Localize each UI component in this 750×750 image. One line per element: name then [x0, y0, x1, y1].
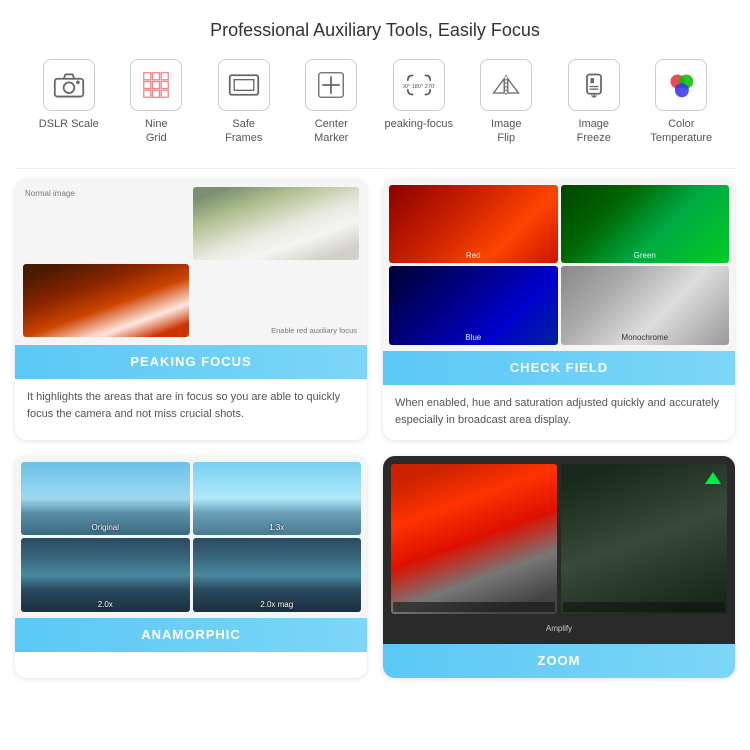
ana-original-label: Original: [91, 523, 119, 532]
peaking-focus-image-area: Normal image Enable red auxiliary focus: [15, 179, 367, 345]
peaking-normal-label-area: Normal image: [23, 187, 189, 260]
anamorphic-image-area: Original 1.3x 2.0x 2.0x mag: [15, 456, 367, 618]
anamorphic-title-bar: ANAMORPHIC: [15, 618, 367, 652]
center-marker-icon: [315, 71, 347, 99]
zoom-car-info-bar-right: [563, 602, 725, 612]
icon-item-image-freeze: ImageFreeze: [559, 59, 629, 146]
dslr-label: DSLR Scale: [39, 117, 99, 131]
check-field-image-area: Red Green Blue Monochrome: [383, 179, 735, 351]
ana-1x3-cell: 1.3x: [193, 462, 362, 536]
peaking-focus-title-bar: PEAKING FOCUS: [15, 345, 367, 379]
zoom-image-area: Amplify: [383, 456, 735, 644]
nine-grid-icon: [140, 71, 172, 99]
anamorphic-card: Original 1.3x 2.0x 2.0x mag ANAMORPHIC: [15, 456, 367, 678]
color-temperature-icon: [665, 71, 697, 99]
check-field-title: CHECK FIELD: [510, 360, 608, 375]
peaking-horse-white: [193, 187, 359, 260]
peaking-enable-label-area: Enable red auxiliary focus: [193, 264, 359, 337]
zoom-car-green-cell: [561, 464, 727, 614]
icons-row: DSLR Scale NineGrid: [15, 59, 735, 146]
zoom-images: [391, 464, 727, 614]
check-green-label: Green: [634, 251, 656, 260]
check-red-cell: Red: [389, 185, 558, 264]
center-marker-icon-box: [305, 59, 357, 111]
scan-mode-icon-box: 90° 180° 270°: [393, 59, 445, 111]
check-field-card: Red Green Blue Monochrome CHECK FIELD Wh…: [383, 179, 735, 440]
zoom-car-normal-cell: [391, 464, 557, 614]
horse-red-img: [23, 264, 189, 337]
peaking-focus-title: PEAKING FOCUS: [130, 354, 251, 369]
ana-2x-label: 2.0x: [98, 600, 113, 609]
color-temp-label: ColorTemperature: [650, 117, 712, 146]
icon-item-safe-frames: SafeFrames: [209, 59, 279, 146]
ana-2x-mag-cell: 2.0x mag: [193, 538, 362, 612]
ana-1x3-label: 1.3x: [269, 523, 284, 532]
center-marker-label: CenterMarker: [314, 117, 348, 146]
check-green-cell: Green: [561, 185, 730, 264]
check-red-label: Red: [466, 251, 481, 260]
zoom-green-arrow: [705, 472, 721, 484]
icon-item-color-temp: ColorTemperature: [646, 59, 716, 146]
image-freeze-icon-box: [568, 59, 620, 111]
zoom-title-bar: ZOOM: [383, 644, 735, 678]
image-freeze-icon: [578, 71, 610, 99]
nine-grid-icon-box: [130, 59, 182, 111]
icon-item-nine-grid: NineGrid: [121, 59, 191, 146]
zoom-card: Amplify ZOOM: [383, 456, 735, 678]
dslr-icon-box: [43, 59, 95, 111]
ana-2x-cell: 2.0x: [21, 538, 190, 612]
page-title: Professional Auxiliary Tools, Easily Foc…: [15, 20, 735, 41]
color-temp-icon-box: [655, 59, 707, 111]
peaking-images: Normal image Enable red auxiliary focus: [23, 187, 359, 337]
icon-item-dslr: DSLR Scale: [34, 59, 104, 131]
safe-frames-label: SafeFrames: [225, 117, 262, 146]
zoom-car-info-bar-left: [393, 602, 555, 612]
check-blue-label: Blue: [465, 333, 481, 342]
features-grid: Normal image Enable red auxiliary focus: [15, 179, 735, 678]
zoom-amplify-label: Amplify: [546, 624, 572, 633]
check-mono-label: Monochrome: [621, 333, 668, 342]
image-flip-icon: [490, 71, 522, 99]
horse-white-img: [193, 187, 359, 260]
check-blue-cell: Blue: [389, 266, 558, 345]
ana-2x-mag-label: 2.0x mag: [260, 600, 293, 609]
ana-original-cell: Original: [21, 462, 190, 536]
peaking-focus-desc: It highlights the areas that are in focu…: [15, 379, 367, 434]
page-container: Professional Auxiliary Tools, Easily Foc…: [0, 0, 750, 708]
icon-item-image-flip: ImageFlip: [471, 59, 541, 146]
zoom-title: ZOOM: [538, 653, 581, 668]
peaking-enable-label: Enable red auxiliary focus: [269, 324, 359, 337]
image-freeze-label: ImageFreeze: [577, 117, 611, 146]
check-mono-cell: Monochrome: [561, 266, 730, 345]
anamorphic-title: ANAMORPHIC: [141, 627, 241, 642]
divider: [15, 168, 735, 169]
peaking-normal-label: Normal image: [25, 189, 75, 198]
image-flip-label: ImageFlip: [491, 117, 522, 146]
icon-item-scan-mode: 90° 180° 270° peaking-focus: [384, 59, 454, 131]
check-field-title-bar: CHECK FIELD: [383, 351, 735, 385]
safe-frames-icon: [228, 71, 260, 99]
peaking-horse-red-area: [23, 264, 189, 337]
svg-text:90° 180° 270°: 90° 180° 270°: [403, 84, 435, 90]
nine-grid-label: NineGrid: [145, 117, 168, 146]
anamorphic-images: Original 1.3x 2.0x 2.0x mag: [21, 462, 361, 612]
check-field-desc: When enabled, hue and saturation adjuste…: [383, 385, 735, 440]
camera-icon: [53, 71, 85, 99]
peaking-focus-card: Normal image Enable red auxiliary focus: [15, 179, 367, 440]
scan-mode-icon: 90° 180° 270°: [403, 71, 435, 99]
check-images: Red Green Blue Monochrome: [389, 185, 729, 345]
scan-mode-label: peaking-focus: [385, 117, 454, 131]
image-flip-icon-box: [480, 59, 532, 111]
zoom-amplify-label-area: Amplify: [391, 618, 727, 636]
safe-frames-icon-box: [218, 59, 270, 111]
icon-item-center-marker: CenterMarker: [296, 59, 366, 146]
